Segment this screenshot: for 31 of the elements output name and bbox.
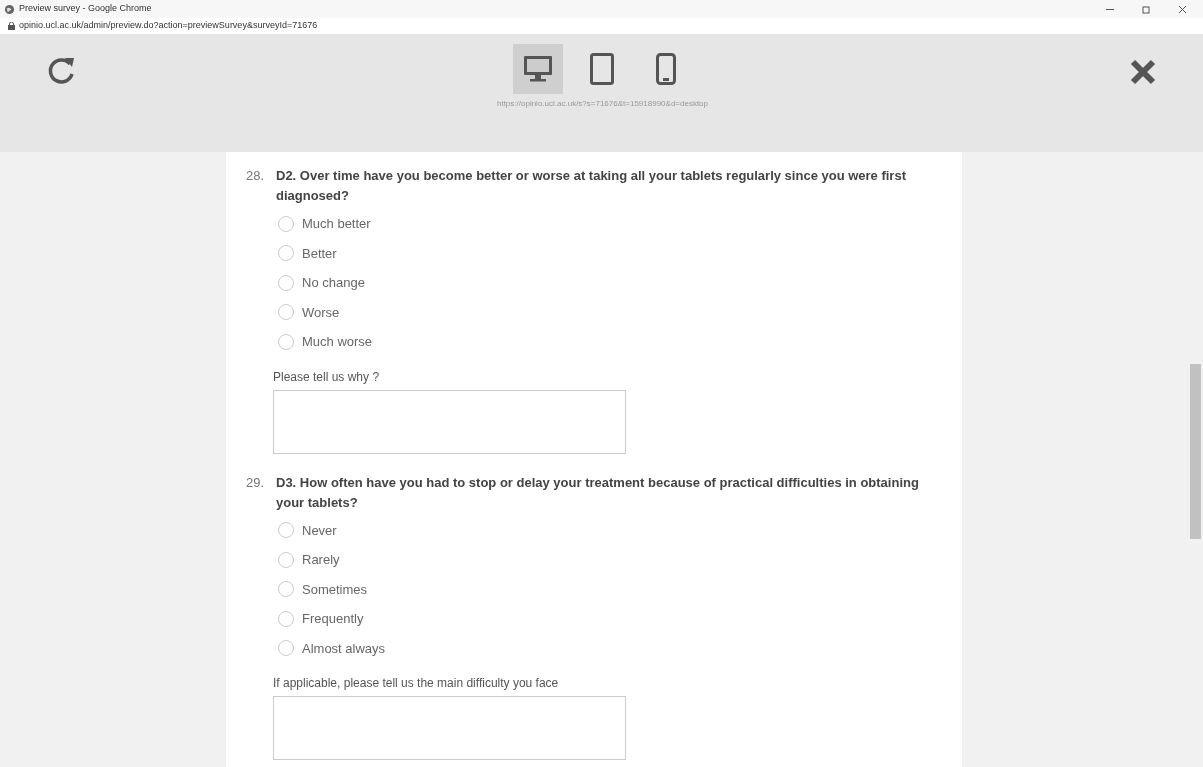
option-label: Never <box>302 521 337 540</box>
option-label: Frequently <box>302 610 364 628</box>
device-button[interactable] <box>513 44 564 94</box>
url-text[interactable]: opinio.ucl.ac.uk/admin/preview.do?action=previewSurvey&surveyId=71676 <box>19 19 318 33</box>
question-number: 29. <box>246 473 266 492</box>
option-label: Almost always <box>302 639 386 658</box>
preview-url: https://opinio.ucl.ac.uk/s?s=71676&t=15918990&d=desktop <box>496 98 708 110</box>
window-title: Preview survey - Google Chrome <box>19 2 153 16</box>
comment-label: Please tell us why ? <box>273 368 381 386</box>
comment-field[interactable] <box>273 389 626 454</box>
option-label: Better <box>302 244 337 263</box>
option-label: Rarely <box>302 551 340 569</box>
lock-icon <box>8 22 15 30</box>
option-label: Worse <box>302 303 340 322</box>
comment-label: If applicable, please tell us the main difficulty you face <box>273 675 560 692</box>
question-title: D3. How often have you had to stop or delay your treatment because of practical difficulties in obtaining your tablets? <box>276 473 920 512</box>
option-label: Sometimes <box>302 580 368 599</box>
globe-icon <box>4 3 15 15</box>
option-label: No change <box>302 274 365 292</box>
tablet-icon <box>590 53 615 85</box>
option-label: Much better <box>302 215 371 233</box>
question-number: 28. <box>246 167 266 185</box>
option-label: Much worse <box>302 333 373 351</box>
close-icon[interactable] <box>1178 4 1187 14</box>
monitor-icon <box>523 55 554 83</box>
close-icon[interactable] <box>1129 58 1157 86</box>
restore-icon[interactable] <box>1142 4 1150 14</box>
question-title: D2. Over time have you become better or worse at taking all your tablets regularly since you were first diagnosed? <box>276 167 907 205</box>
phone-icon <box>656 53 677 85</box>
comment-field[interactable] <box>273 696 626 760</box>
minimize-icon[interactable] <box>1106 8 1114 10</box>
